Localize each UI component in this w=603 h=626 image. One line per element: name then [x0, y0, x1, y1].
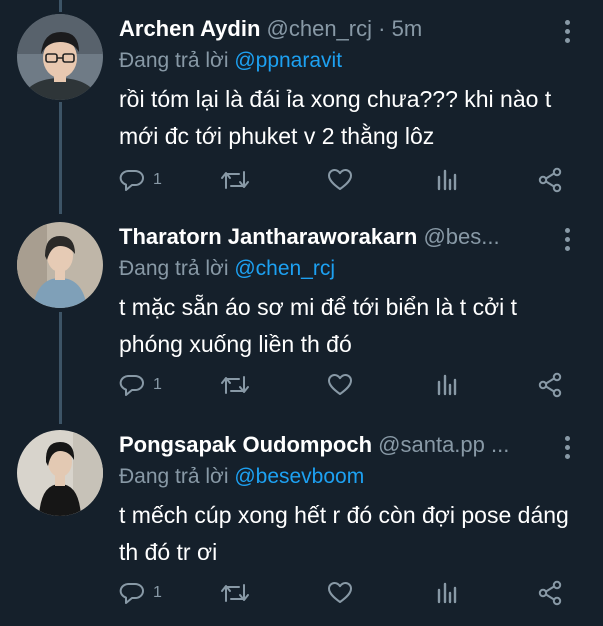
tweet-actions: 1 — [119, 370, 583, 400]
retweet-button[interactable] — [219, 165, 251, 195]
analytics-icon — [437, 374, 457, 396]
tweet[interactable]: Archen Aydin @chen_rcj · 5m Đang trả lời… — [0, 0, 603, 210]
timestamp[interactable]: 5m — [392, 16, 423, 41]
share-button[interactable] — [537, 578, 563, 608]
replying-to-label: Đang trả lời — [119, 49, 229, 72]
retweet-icon — [221, 171, 249, 189]
reply-button[interactable]: 1 — [119, 370, 162, 400]
tweet[interactable]: Tharatorn Jantharaworakarn @bes... Đang … — [0, 210, 603, 420]
replying-to-label: Đang trả lời — [119, 465, 229, 488]
reply-button[interactable]: 1 — [119, 165, 162, 195]
share-icon — [538, 167, 562, 193]
user-handle[interactable]: @bes... — [423, 224, 499, 249]
reply-button[interactable]: 1 — [119, 578, 162, 608]
heart-icon — [328, 374, 352, 395]
more-icon[interactable] — [555, 16, 579, 46]
retweet-button[interactable] — [219, 370, 251, 400]
tweet-header: Archen Aydin @chen_rcj · 5m — [119, 14, 555, 44]
share-icon — [538, 372, 562, 398]
tweet-actions: 1 — [119, 165, 583, 195]
replying-to: Đang trả lời @besevboom — [119, 462, 364, 492]
avatar[interactable] — [17, 430, 103, 516]
retweet-icon — [221, 584, 249, 602]
mention-link[interactable]: @besevboom — [234, 465, 364, 488]
like-button[interactable] — [327, 370, 353, 400]
tweet-text: rồi tóm lại là đái ỉa xong chưa??? khi n… — [119, 86, 552, 149]
more-icon[interactable] — [555, 432, 579, 462]
separator: · — [378, 16, 386, 41]
user-handle[interactable]: @chen_rcj — [267, 16, 373, 41]
avatar[interactable] — [17, 222, 103, 308]
replying-to-label: Đang trả lời — [119, 257, 229, 280]
like-button[interactable] — [327, 578, 353, 608]
retweet-icon — [221, 376, 249, 394]
display-name[interactable]: Tharatorn Jantharaworakarn — [119, 224, 417, 249]
analytics-icon — [437, 582, 457, 604]
tweet[interactable]: Pongsapak Oudompoch @santa.pp ... Đang t… — [0, 420, 603, 626]
reply-count: 1 — [153, 584, 162, 601]
share-icon — [538, 580, 562, 606]
reply-count: 1 — [153, 171, 162, 188]
like-button[interactable] — [327, 165, 353, 195]
display-name[interactable]: Pongsapak Oudompoch — [119, 432, 372, 457]
tweet-actions: 1 — [119, 578, 583, 608]
tweet-header: Tharatorn Jantharaworakarn @bes... — [119, 222, 555, 252]
more-icon[interactable] — [555, 224, 579, 254]
reply-icon — [119, 169, 144, 191]
heart-icon — [328, 169, 352, 190]
user-handle[interactable]: @santa.pp ... — [378, 432, 509, 457]
analytics-button[interactable] — [435, 578, 459, 608]
tweet-text: t mặc sẵn áo sơ mi để tới biển là t cởi … — [119, 294, 518, 357]
share-button[interactable] — [537, 165, 563, 195]
analytics-button[interactable] — [435, 370, 459, 400]
reply-count: 1 — [153, 376, 162, 393]
reply-icon — [119, 374, 144, 396]
tweet-header: Pongsapak Oudompoch @santa.pp ... — [119, 430, 555, 460]
retweet-button[interactable] — [219, 578, 251, 608]
mention-link[interactable]: @chen_rcj — [234, 257, 335, 280]
tweet-text: t mếch cúp xong hết r đó còn đợi pose dá… — [119, 502, 569, 565]
display-name[interactable]: Archen Aydin — [119, 16, 260, 41]
heart-icon — [328, 582, 352, 603]
analytics-button[interactable] — [435, 165, 459, 195]
mention-link[interactable]: @ppnaravit — [234, 49, 342, 72]
replying-to: Đang trả lời @chen_rcj — [119, 254, 335, 284]
share-button[interactable] — [537, 370, 563, 400]
avatar[interactable] — [17, 14, 103, 100]
replying-to: Đang trả lời @ppnaravit — [119, 46, 342, 76]
reply-icon — [119, 582, 144, 604]
analytics-icon — [437, 169, 457, 191]
